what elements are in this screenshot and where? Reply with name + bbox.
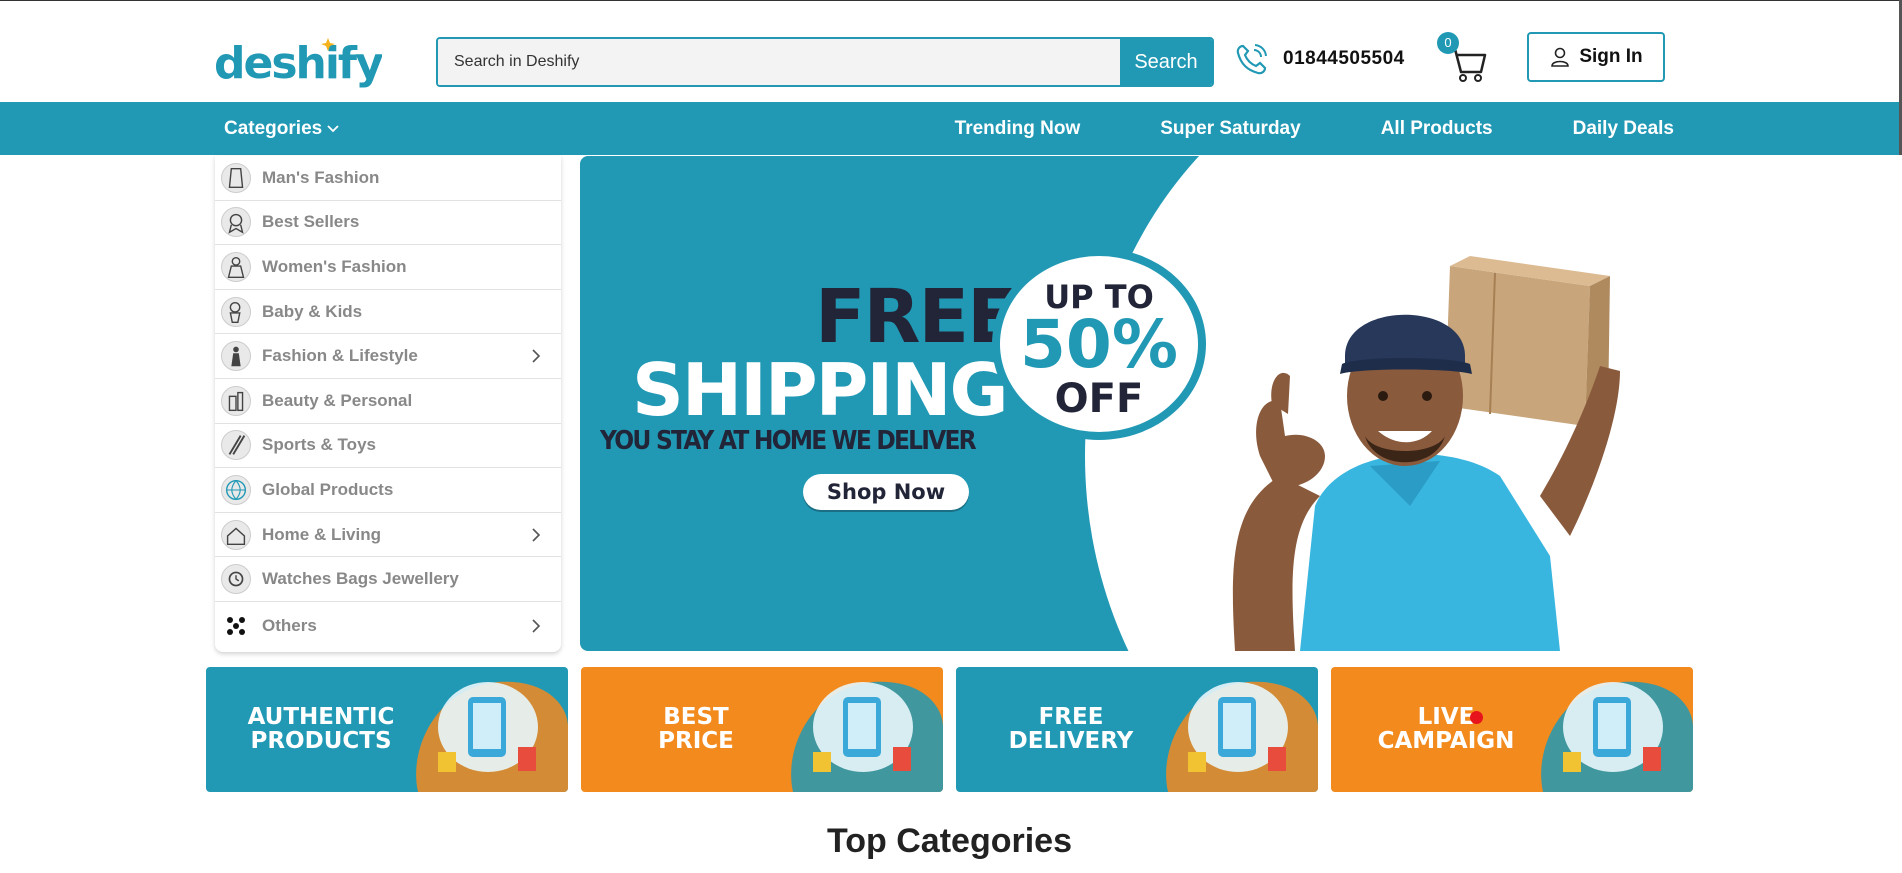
womens-fashion-icon — [221, 251, 251, 282]
category-sidebar: Man's Fashion Best Sellers Women's Fashion… — [215, 156, 561, 652]
main-navbar: Categories Trending Now Super Saturday A… — [0, 102, 1899, 155]
sign-in-label: Sign In — [1579, 46, 1643, 67]
sports-toys-icon — [221, 430, 251, 461]
phone-number: 01844505504 — [1283, 48, 1405, 69]
others-icon — [221, 611, 251, 642]
phone-icon — [1236, 44, 1267, 75]
feature-illustration — [416, 681, 568, 792]
fashion-lifestyle-icon — [221, 341, 251, 372]
chevron-down-icon — [327, 124, 339, 132]
sidebar-item[interactable]: Watches Bags Jewellery — [215, 557, 561, 602]
search-button[interactable]: Search — [1120, 39, 1212, 85]
banner-line2: SHIPPING — [632, 348, 1009, 432]
sidebar-item[interactable]: Others — [215, 602, 561, 651]
hero-banner[interactable]: FREE SHIPPING YOU STAY AT HOME WE DELIVE… — [580, 156, 1695, 651]
chevron-right-icon — [532, 619, 541, 634]
sidebar-item[interactable]: Beauty & Personal — [215, 379, 561, 424]
site-header: deshify Search 01844505504 0 Sign In — [0, 0, 1902, 102]
sidebar-item[interactable]: Man's Fashion — [215, 156, 561, 201]
categories-dropdown[interactable]: Categories — [224, 102, 340, 155]
mens-fashion-icon — [221, 162, 251, 193]
nav-link-all-products[interactable]: All Products — [1381, 118, 1493, 140]
nav-link-daily-deals[interactable]: Daily Deals — [1573, 118, 1674, 140]
sidebar-item-label: Others — [262, 616, 317, 636]
feature-illustration — [1166, 681, 1318, 792]
search-bar: Search — [436, 37, 1214, 87]
baby-kids-icon — [221, 296, 251, 327]
categories-label: Categories — [224, 117, 323, 139]
sidebar-item[interactable]: Global Products — [215, 468, 561, 513]
user-icon — [1551, 47, 1570, 67]
sidebar-item-label: Man's Fashion — [262, 167, 380, 187]
home-living-icon — [221, 519, 251, 550]
sidebar-item[interactable]: Fashion & Lifestyle — [215, 334, 561, 379]
best-sellers-icon — [221, 207, 251, 238]
section-title-top-categories: Top Categories — [827, 822, 1072, 860]
sidebar-item[interactable]: Baby & Kids — [215, 290, 561, 335]
chevron-right-icon — [532, 527, 541, 542]
sidebar-item-label: Global Products — [262, 479, 394, 499]
sidebar-item-label: Home & Living — [262, 524, 382, 544]
chevron-right-icon — [532, 349, 541, 363]
sidebar-item-label: Sports & Toys — [262, 435, 376, 455]
free-delivery-card[interactable]: FREE DELIVERY — [956, 667, 1318, 792]
search-input[interactable] — [438, 39, 1120, 85]
sign-in-button[interactable]: Sign In — [1527, 32, 1665, 82]
sidebar-item[interactable]: Home & Living — [215, 513, 561, 558]
nav-links: Trending Now Super Saturday All Products… — [875, 102, 1674, 155]
globe-icon — [221, 474, 251, 505]
deshify-logo[interactable]: deshify — [214, 34, 382, 88]
sidebar-item-label: Watches Bags Jewellery — [262, 569, 459, 589]
feature-illustration — [1541, 681, 1693, 792]
cart-count-badge: 0 — [1437, 32, 1459, 54]
sidebar-item-label: Fashion & Lifestyle — [262, 346, 418, 366]
sidebar-item[interactable]: Women's Fashion — [215, 245, 561, 290]
authentic-products-card[interactable]: AUTHENTIC PRODUCTS — [206, 667, 568, 792]
sidebar-item-label: Women's Fashion — [262, 256, 407, 276]
sidebar-item[interactable]: Sports & Toys — [215, 424, 561, 469]
svg-text:deshify: deshify — [214, 38, 382, 88]
sidebar-item[interactable]: Best Sellers — [215, 201, 561, 246]
phone-contact[interactable]: 01844505504 — [1233, 40, 1405, 78]
live-indicator-dot — [1470, 711, 1483, 724]
delivery-man-illustration — [1232, 256, 1620, 651]
top-border — [0, 0, 1902, 1]
sidebar-item-label: Baby & Kids — [262, 301, 363, 321]
shop-now-button[interactable]: Shop Now — [803, 474, 969, 510]
cart-button[interactable]: 0 — [1437, 32, 1489, 84]
nav-link-trending-now[interactable]: Trending Now — [955, 118, 1081, 140]
beauty-icon — [221, 385, 251, 416]
feature-illustration — [791, 681, 943, 792]
nav-link-super-saturday[interactable]: Super Saturday — [1160, 118, 1300, 140]
watch-icon — [221, 564, 251, 595]
banner-tagline: YOU STAY AT HOME WE DELIVER — [600, 426, 977, 456]
sidebar-item-label: Best Sellers — [262, 212, 360, 232]
sidebar-item-label: Beauty & Personal — [262, 390, 413, 410]
live-campaign-card[interactable]: LIVE CAMPAIGN — [1331, 667, 1693, 792]
best-price-card[interactable]: BEST PRICE — [581, 667, 943, 792]
